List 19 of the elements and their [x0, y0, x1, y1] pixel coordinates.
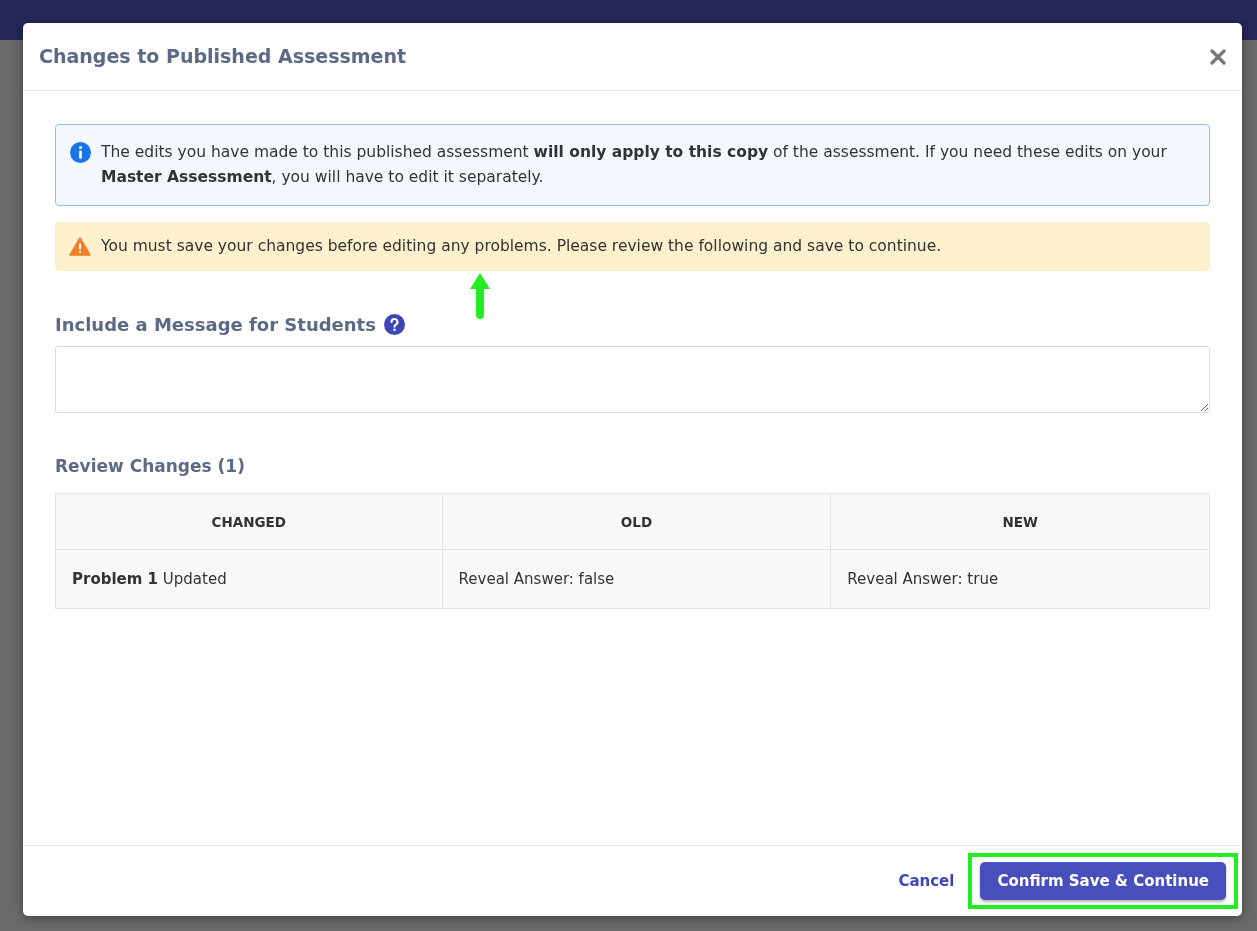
message-field[interactable] [55, 346, 1210, 414]
info-text: The edits you have made to this published assessment will only apply to this copy of the assessment. If you need these edits on your Master Assessment, you will have to edit it separately. [101, 142, 1168, 188]
table-cell: Reveal Answer: true [830, 549, 1210, 609]
column-header: OLD [442, 493, 831, 550]
review-title: Review Changes (1) [55, 454, 246, 478]
column-header: NEW [830, 493, 1210, 550]
help-icon[interactable] [383, 314, 405, 336]
warning-text: You must save your changes before editing any problems. Please review the following and save to continue. [101, 236, 942, 257]
warning-icon [69, 237, 91, 257]
cancel-button[interactable]: Cancel [898, 869, 955, 893]
table-cell: Problem 1 Updated [55, 549, 443, 609]
confirm-button[interactable]: Confirm Save & Continue [980, 862, 1226, 900]
close-icon[interactable] [1210, 48, 1226, 65]
annotation-arrow [468, 271, 492, 319]
table-cell: Reveal Answer: false [442, 549, 831, 609]
message-label: Include a Message for Students [55, 313, 376, 338]
column-header: CHANGED [55, 493, 443, 550]
modal-title: Changes to Published Assessment [39, 45, 407, 68]
info-icon [70, 142, 91, 163]
